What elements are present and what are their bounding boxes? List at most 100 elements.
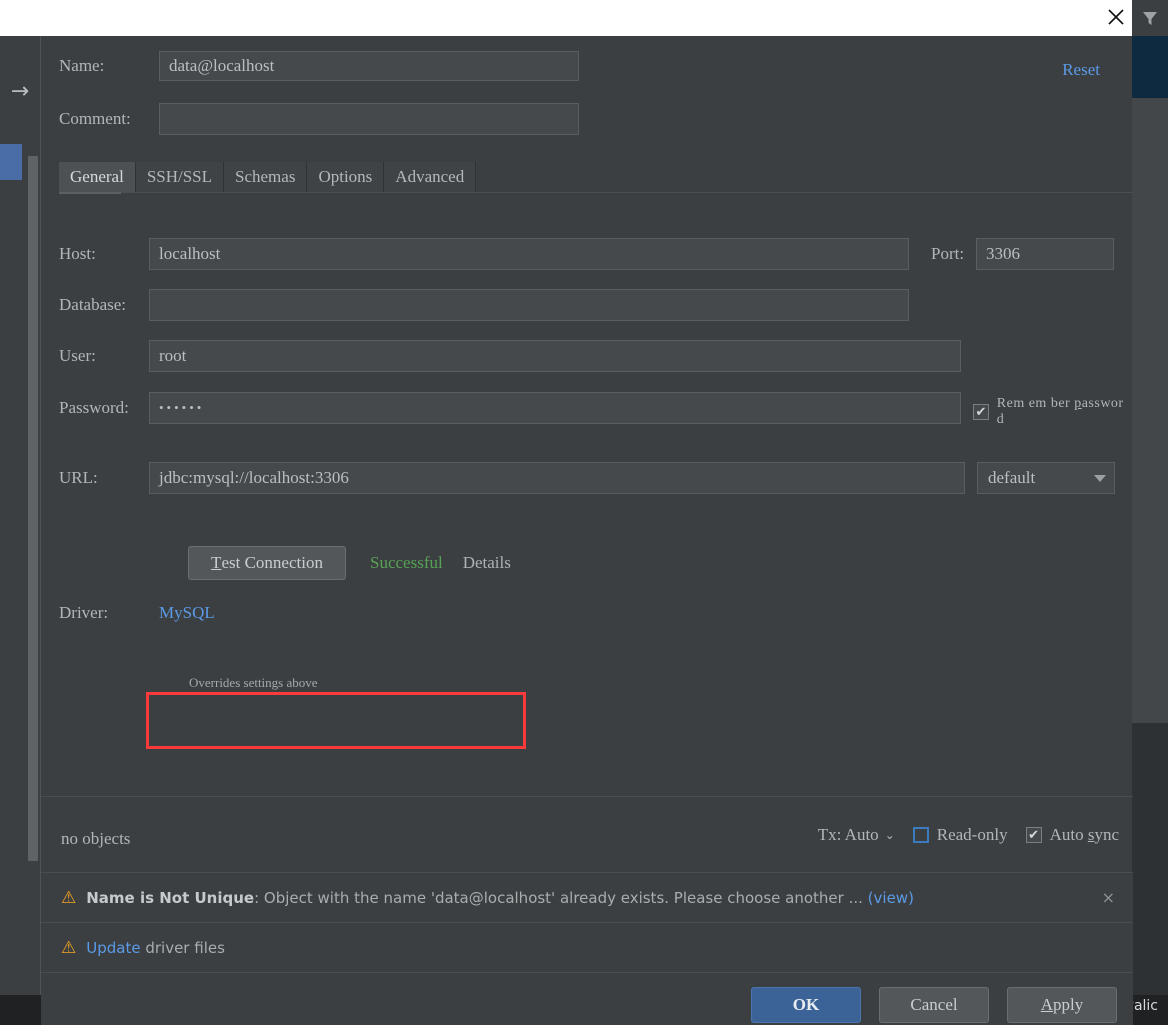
autosync-label-post: ync xyxy=(1094,825,1119,844)
dialog-footer: OK Cancel Apply xyxy=(41,972,1133,1025)
test-connection-highlight xyxy=(146,692,526,749)
schema-combo-row: default xyxy=(977,462,1115,494)
background-right-column xyxy=(1132,98,1168,723)
readonly-label[interactable]: Read-only xyxy=(937,825,1008,845)
chevron-down-icon: ⌄ xyxy=(884,828,895,842)
port-input[interactable]: 3306 xyxy=(976,238,1114,270)
schema-combo-value: default xyxy=(988,468,1036,487)
readonly-checkbox[interactable] xyxy=(912,827,929,843)
schema-combo[interactable]: default xyxy=(977,462,1115,494)
warning-update-driver: ⚠ Update driver files xyxy=(41,922,1133,972)
remember-password-label[interactable]: Rem em ber passwor d xyxy=(997,396,1133,428)
warning-name-not-unique-title: Name is Not Unique xyxy=(86,888,255,907)
warning-update-driver-body: driver files xyxy=(140,938,225,957)
comment-row: Comment: xyxy=(59,103,579,135)
password-input[interactable]: •••••• xyxy=(149,392,961,424)
dialog-buttons: OK Cancel Apply xyxy=(751,987,1117,1023)
url-input[interactable]: jdbc:mysql://localhost:3306 xyxy=(149,462,965,494)
test-connection-label: est Connection xyxy=(221,553,323,572)
tab-schemas-label: Schemas xyxy=(235,167,296,186)
test-connection-row: Test Connection Successful Details xyxy=(188,546,511,580)
url-row: URL: jdbc:mysql://localhost:3306 xyxy=(59,462,965,494)
check-icon: ✔ xyxy=(1028,827,1040,843)
tab-advanced[interactable]: Advanced xyxy=(384,162,477,192)
warning-name-not-unique-body: : Object with the name 'data@localhost' … xyxy=(254,888,868,907)
test-connection-button[interactable]: Test Connection xyxy=(188,546,346,580)
reset-link[interactable]: Reset xyxy=(1062,60,1100,80)
remember-password-label-mnemonic: p xyxy=(1074,396,1082,411)
port-label: Port: xyxy=(931,244,965,263)
warning-name-not-unique: ⚠ Name is Not Unique: Object with the na… xyxy=(41,872,1133,922)
autosync-checkbox[interactable]: ✔ xyxy=(1025,827,1042,843)
url-hint: Overrides settings above xyxy=(189,675,318,690)
cancel-button[interactable]: Cancel xyxy=(879,987,989,1023)
tab-ssh-ssl[interactable]: SSH/SSL xyxy=(135,162,225,192)
user-label: User: xyxy=(59,346,96,365)
autosync-label-pre: Auto xyxy=(1049,825,1088,844)
name-label: Name: xyxy=(59,56,105,75)
apply-label: pply xyxy=(1053,995,1084,1014)
left-rail-selection xyxy=(0,144,22,180)
url-label: URL: xyxy=(59,468,98,487)
status-bar: no objects Tx: Auto ⌄ Read-only ✔ Auto s… xyxy=(41,796,1133,872)
tab-options-label: Options xyxy=(318,167,373,186)
database-input[interactable] xyxy=(149,289,909,321)
password-row: Password: •••••• xyxy=(59,392,961,424)
autosync-label[interactable]: Auto sync xyxy=(1050,825,1119,845)
vertical-scrollbar[interactable] xyxy=(28,156,38,861)
database-row: Database: xyxy=(59,289,909,321)
tab-advanced-label: Advanced xyxy=(395,167,465,186)
database-label: Database: xyxy=(59,295,127,314)
ok-button[interactable]: OK xyxy=(751,987,861,1023)
test-details-link[interactable]: Details xyxy=(463,553,511,573)
remember-password-checkbox[interactable]: ✔ xyxy=(973,404,989,420)
arrow-right-icon[interactable]: → xyxy=(4,76,36,106)
tx-mode-label: Tx: Auto xyxy=(817,825,879,844)
warning-icon: ⚠ xyxy=(61,937,77,958)
tx-mode-selector[interactable]: Tx: Auto ⌄ xyxy=(818,825,895,845)
host-label: Host: xyxy=(59,244,96,263)
background-selected-row xyxy=(1132,36,1168,98)
tab-strip: General SSH/SSL Schemas Options Advanced xyxy=(59,162,477,192)
apply-mnemonic: A xyxy=(1040,995,1054,1014)
driver-row: Driver: MySQL xyxy=(59,603,215,623)
data-source-dialog: Reset Name: data@localhost Comment: Gene… xyxy=(40,36,1133,1025)
tab-schemas[interactable]: Schemas xyxy=(224,162,308,192)
tab-options[interactable]: Options xyxy=(307,162,385,192)
remember-password-row[interactable]: ✔ Rem em ber passwor d xyxy=(973,396,1133,428)
tab-ssh-ssl-label: SSH/SSL xyxy=(146,167,213,186)
objects-status: no objects xyxy=(61,829,131,848)
background-titlebar xyxy=(0,0,1132,36)
name-row: Name: data@localhost xyxy=(59,51,579,81)
warning-icon: ⚠ xyxy=(61,887,77,908)
comment-input[interactable] xyxy=(159,103,579,135)
general-panel: Host: localhost Port: 3306 Database: Use… xyxy=(41,193,1133,796)
filter-icon[interactable] xyxy=(1132,0,1168,36)
update-driver-link[interactable]: Update xyxy=(86,939,140,957)
comment-label: Comment: xyxy=(59,109,131,128)
user-row: User: root xyxy=(59,340,961,372)
left-rail: → xyxy=(0,36,40,995)
host-input[interactable]: localhost xyxy=(149,238,909,270)
warning-close-icon[interactable]: × xyxy=(1102,888,1115,907)
name-input[interactable]: data@localhost xyxy=(159,51,579,81)
chevron-down-icon xyxy=(1094,474,1106,482)
tab-general[interactable]: General xyxy=(59,162,136,192)
autosync-row[interactable]: ✔ Auto sync xyxy=(1025,825,1119,845)
screen: → https://blog.csdn.net/Royalic Reset Na… xyxy=(0,0,1168,1025)
remember-password-label-pre: Rem em ber xyxy=(996,396,1075,411)
driver-label: Driver: xyxy=(59,603,109,622)
host-row: Host: localhost xyxy=(59,238,909,270)
test-status: Successful xyxy=(370,553,443,572)
readonly-row[interactable]: Read-only xyxy=(912,825,1008,845)
driver-link[interactable]: MySQL xyxy=(159,603,215,623)
background-right-column-lower xyxy=(1132,723,1168,995)
apply-button[interactable]: Apply xyxy=(1007,987,1117,1023)
close-icon[interactable] xyxy=(1098,0,1134,34)
password-label: Password: xyxy=(59,398,129,417)
tab-general-label: General xyxy=(70,167,124,186)
user-input[interactable]: root xyxy=(149,340,961,372)
test-connection-mnemonic: T xyxy=(211,553,222,572)
status-bar-right: Tx: Auto ⌄ Read-only ✔ Auto sync xyxy=(818,825,1119,845)
warning-view-link[interactable]: (view) xyxy=(868,889,914,907)
